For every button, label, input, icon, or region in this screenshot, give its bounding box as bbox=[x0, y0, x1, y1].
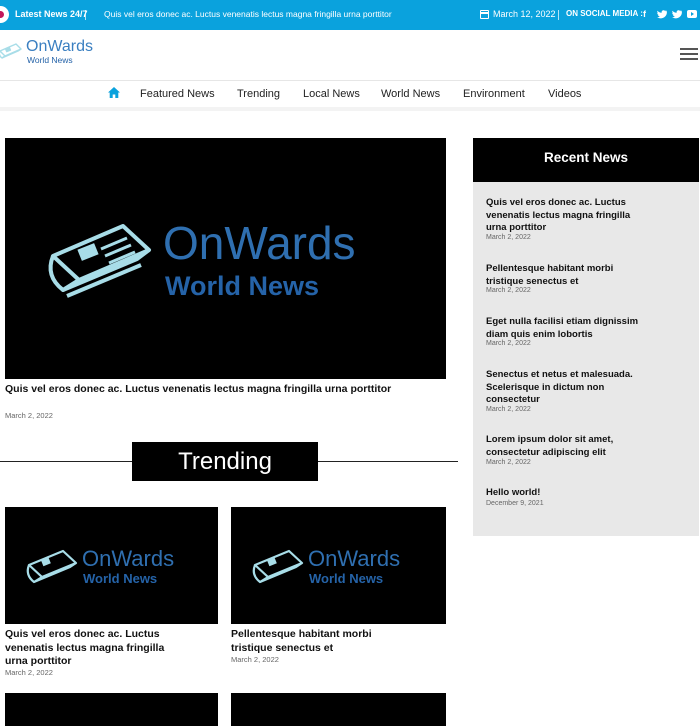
news-ticker[interactable]: Quis vel eros donec ac. Luctus venenatis… bbox=[104, 9, 392, 19]
image-logo-title: OnWards bbox=[163, 217, 356, 269]
image-logo-subtitle: World News bbox=[165, 271, 319, 301]
card-logo-title: OnWards bbox=[308, 546, 400, 571]
twitter-icon[interactable] bbox=[657, 10, 667, 19]
youtube-icon[interactable] bbox=[687, 10, 697, 18]
featured-article-title[interactable]: Quis vel eros donec ac. Luctus venenatis… bbox=[5, 383, 405, 397]
trending-card-image[interactable] bbox=[5, 693, 218, 726]
nav-featured-news[interactable]: Featured News bbox=[140, 88, 215, 100]
recent-news-date: December 9, 2021 bbox=[486, 500, 544, 507]
featured-article-date: March 2, 2022 bbox=[5, 411, 53, 420]
recent-news-title[interactable]: Quis vel eros donec ac. Luctus venenatis… bbox=[486, 197, 646, 235]
logo-title[interactable]: OnWards bbox=[26, 38, 93, 56]
recent-news-title[interactable]: Senectus et netus et malesuada. Sceleris… bbox=[486, 369, 646, 407]
calendar-icon bbox=[480, 10, 489, 19]
recent-news-title[interactable]: Hello world! bbox=[486, 487, 646, 500]
newspaper-logo-icon[interactable] bbox=[0, 41, 24, 63]
recent-news-date: March 2, 2022 bbox=[486, 406, 531, 413]
nav-world-news[interactable]: World News bbox=[381, 88, 440, 100]
home-icon[interactable] bbox=[108, 87, 120, 98]
site-header: OnWards World News bbox=[0, 30, 700, 81]
recent-news-title[interactable]: Eget nulla facilisi etiam dignissim diam… bbox=[486, 316, 646, 341]
trending-card-image[interactable]: OnWards World News bbox=[5, 507, 218, 624]
recent-news-date: March 2, 2022 bbox=[486, 459, 531, 466]
nav-trending[interactable]: Trending bbox=[237, 88, 280, 100]
notification-icon bbox=[0, 6, 9, 23]
recent-news-date: March 2, 2022 bbox=[486, 340, 531, 347]
recent-news-title[interactable]: Lorem ipsum dolor sit amet, consectetur … bbox=[486, 434, 646, 459]
current-date: March 12, 2022 bbox=[493, 9, 556, 19]
card-logo-subtitle: World News bbox=[83, 571, 157, 586]
nav-videos[interactable]: Videos bbox=[548, 88, 581, 100]
trending-heading: Trending bbox=[132, 442, 318, 481]
card-logo-subtitle: World News bbox=[309, 571, 383, 586]
featured-image[interactable]: OnWards World News bbox=[5, 138, 446, 379]
recent-news-title[interactable]: Pellentesque habitant morbi tristique se… bbox=[486, 263, 646, 288]
recent-news-date: March 2, 2022 bbox=[486, 234, 531, 241]
featured-image-graphic: OnWards World News bbox=[48, 217, 356, 301]
latest-news-label: Latest News 24/7 bbox=[15, 9, 88, 19]
twitter-icon[interactable] bbox=[672, 10, 682, 19]
recent-news-date: March 2, 2022 bbox=[486, 287, 531, 294]
card-image-graphic: OnWards World News bbox=[26, 546, 174, 586]
trending-card-date: March 2, 2022 bbox=[5, 668, 53, 677]
recent-news-sidebar: Recent News Quis vel eros donec ac. Luct… bbox=[473, 138, 699, 536]
nav-environment[interactable]: Environment bbox=[463, 88, 525, 100]
nav-divider bbox=[0, 107, 700, 111]
facebook-icon[interactable]: f bbox=[643, 9, 646, 19]
recent-news-heading: Recent News bbox=[473, 138, 699, 182]
nav-local-news[interactable]: Local News bbox=[303, 88, 360, 100]
trending-card-date: March 2, 2022 bbox=[231, 655, 279, 664]
divider bbox=[558, 10, 559, 20]
menu-icon[interactable] bbox=[680, 48, 698, 61]
logo-subtitle[interactable]: World News bbox=[27, 55, 73, 65]
card-logo-title: OnWards bbox=[82, 546, 174, 571]
trending-card-image[interactable]: OnWards World News bbox=[231, 507, 446, 624]
trending-card-image[interactable] bbox=[231, 693, 446, 726]
trending-card-title[interactable]: Pellentesque habitant morbi tristique se… bbox=[231, 628, 391, 655]
social-media-label: ON SOCIAL MEDIA : bbox=[566, 9, 643, 18]
main-nav: Featured News Trending Local News World … bbox=[0, 81, 700, 107]
card-image-graphic: OnWards World News bbox=[252, 546, 400, 586]
trending-card-title[interactable]: Quis vel eros donec ac. Luctus venenatis… bbox=[5, 628, 175, 669]
divider bbox=[85, 10, 86, 20]
top-bar: Latest News 24/7 Quis vel eros donec ac.… bbox=[0, 0, 700, 30]
